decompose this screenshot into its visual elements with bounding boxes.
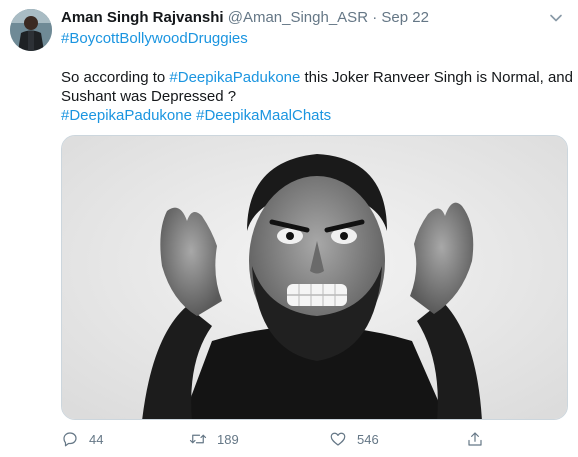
tweet-actions: 44 189 546 — [61, 430, 568, 450]
hashtag-deepikapadukone[interactable]: #DeepikaPadukone — [169, 69, 300, 86]
hashtag-deepikapadukone[interactable]: #DeepikaPadukone — [61, 107, 192, 124]
author-handle[interactable]: @Aman_Singh_ASR — [228, 9, 368, 26]
reply-count: 44 — [89, 431, 104, 447]
retweet-icon — [189, 434, 207, 444]
tweet-media-photo[interactable] — [61, 135, 568, 420]
tweet-text: this Joker Ranveer Singh is Normal, and — [300, 69, 573, 86]
tweet-text: So according to — [61, 69, 170, 86]
header-hashtag-line: #BoycottBollywoodDruggies — [61, 29, 248, 49]
reply-button[interactable]: 44 — [61, 430, 103, 448]
tweet-text: Sushant was Depressed ? — [61, 88, 237, 105]
share-icon — [468, 432, 482, 446]
heart-icon — [330, 432, 346, 446]
author-name[interactable]: Aman Singh Rajvanshi — [61, 9, 224, 26]
tweet-date[interactable]: Sep 22 — [381, 9, 429, 26]
hashtag-deepikamaalchats[interactable]: #DeepikaMaalChats — [196, 107, 331, 124]
tweet-text-line-2: Sushant was Depressed ? — [61, 87, 236, 107]
retweet-button[interactable]: 189 — [189, 430, 239, 448]
tweet-header: Aman Singh Rajvanshi @Aman_Singh_ASR · S… — [61, 8, 538, 28]
chevron-down-icon[interactable] — [549, 11, 563, 25]
tweet-hashtags-line: #DeepikaPadukone #DeepikaMaalChats — [61, 106, 331, 126]
tweet-text-line-1: So according to #DeepikaPadukone this Jo… — [61, 68, 573, 88]
retweet-count: 189 — [217, 431, 239, 447]
hashtag-boycottbollywooddruggies[interactable]: #BoycottBollywoodDruggies — [61, 30, 248, 47]
separator: · — [372, 9, 378, 26]
like-button[interactable]: 546 — [329, 430, 379, 448]
reply-icon — [63, 432, 77, 447]
avatar[interactable] — [10, 9, 52, 51]
share-button[interactable] — [466, 430, 494, 448]
like-count: 546 — [357, 431, 379, 447]
